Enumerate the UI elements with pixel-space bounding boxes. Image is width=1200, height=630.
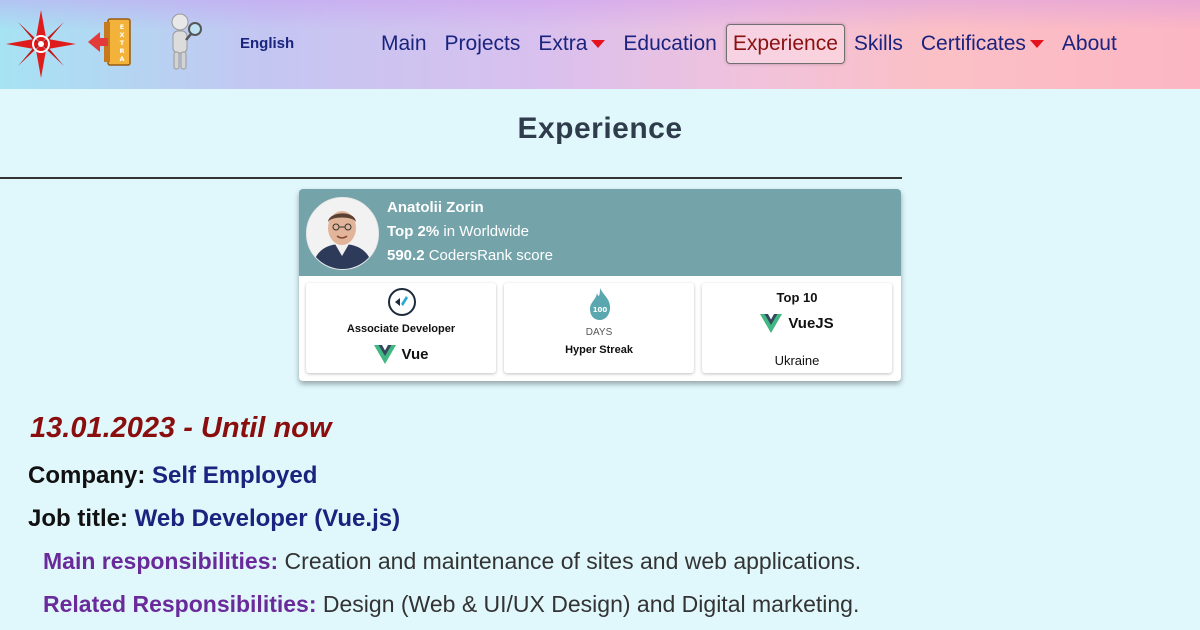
badge-title: Hyper Streak	[565, 344, 633, 356]
score-label: CodersRank score	[424, 247, 553, 264]
nav-item-experience[interactable]: Experience	[725, 24, 845, 64]
streak-number: 100	[593, 306, 608, 314]
main-responsibilities-label: Main responsibilities:	[43, 548, 279, 574]
rank-scope: in Worldwide	[439, 223, 529, 240]
badge-top-10: Top 10 VueJS Ukraine	[702, 283, 892, 373]
main-nav: Main Projects Extra Education Experience…	[372, 24, 1126, 64]
badge-tech-label: VueJS	[788, 315, 834, 332]
codersrank-widget[interactable]: Anatolii Zorin Top 2% in Worldwide 590.2…	[299, 189, 901, 381]
caret-down-icon	[591, 40, 606, 48]
language-switch[interactable]: English	[240, 35, 294, 52]
nav-item-about[interactable]: About	[1053, 24, 1126, 64]
extra-exit-icon[interactable]: E X T R A	[86, 16, 136, 68]
nav-item-education[interactable]: Education	[614, 24, 725, 64]
site-header: E X T R A English Main Projects Extra Ed…	[0, 0, 1200, 89]
nav-item-label: Experience	[732, 32, 838, 55]
nav-item-label: Main	[381, 32, 427, 55]
svg-text:T: T	[120, 39, 125, 47]
nav-item-label: Certificates	[920, 32, 1026, 55]
job-title-row: Job title: Web Developer (Vue.js)	[28, 505, 400, 533]
badge-tech: VueJS	[702, 314, 892, 333]
nav-item-label: Skills	[853, 32, 903, 55]
badge-tech-label: Vue	[401, 346, 429, 363]
compass-logo-icon[interactable]	[6, 10, 76, 78]
company-label: Company:	[28, 462, 146, 489]
search-person-icon[interactable]	[164, 12, 204, 72]
svg-text:E: E	[120, 23, 124, 31]
nav-item-extra[interactable]: Extra	[529, 24, 614, 64]
profile-name: Anatolii Zorin	[387, 199, 484, 216]
badge-title: Top 10	[776, 290, 818, 305]
nav-item-certificates[interactable]: Certificates	[912, 24, 1053, 64]
nav-item-label: Projects	[444, 32, 521, 55]
streak-flame-icon: 100	[590, 288, 611, 320]
nav-item-label: Education	[623, 32, 717, 55]
experience-date-range: 13.01.2023 - Until now	[30, 412, 332, 444]
svg-text:R: R	[119, 47, 124, 55]
badge-country: Ukraine	[774, 353, 820, 368]
related-responsibilities: Related Responsibilities: Design (Web & …	[43, 591, 859, 618]
badge-associate-developer: Associate Developer Vue	[306, 283, 496, 373]
svg-text:A: A	[119, 55, 124, 63]
company-value: Self Employed	[152, 462, 318, 489]
related-responsibilities-label: Related Responsibilities:	[43, 591, 317, 617]
badge-title: Associate Developer	[346, 323, 456, 335]
codersrank-badge-icon	[388, 288, 416, 316]
job-title-label: Job title:	[28, 505, 128, 532]
codersrank-header: Anatolii Zorin Top 2% in Worldwide 590.2…	[299, 189, 901, 276]
badge-hyper-streak: 100 DAYS Hyper Streak	[504, 283, 694, 373]
caret-down-icon	[1029, 40, 1044, 48]
nav-item-label: Extra	[538, 32, 588, 55]
nav-item-label: About	[1061, 32, 1117, 55]
nav-item-projects[interactable]: Projects	[436, 24, 530, 64]
vue-logo-icon	[760, 314, 783, 333]
job-title-value: Web Developer (Vue.js)	[134, 505, 401, 532]
streak-unit: DAYS	[585, 327, 613, 338]
page-title: Experience	[517, 112, 683, 145]
score-value: 590.2	[387, 247, 425, 264]
main-responsibilities-text: Creation and maintenance of sites and we…	[284, 548, 862, 574]
avatar-portrait-icon	[307, 198, 378, 269]
nav-item-main[interactable]: Main	[372, 24, 436, 64]
badge-tech: Vue	[306, 345, 496, 364]
profile-score: 590.2 CodersRank score	[387, 247, 553, 264]
nav-item-skills[interactable]: Skills	[845, 24, 912, 64]
profile-rank: Top 2% in Worldwide	[387, 223, 529, 240]
vue-logo-icon	[373, 345, 396, 364]
main-responsibilities: Main responsibilities: Creation and main…	[43, 548, 861, 575]
title-divider	[0, 177, 902, 179]
svg-text:X: X	[119, 31, 124, 39]
avatar	[306, 197, 379, 270]
related-responsibilities-text: Design (Web & UI/UX Design) and Digital …	[322, 591, 860, 617]
rank-value: Top 2%	[387, 223, 440, 240]
company-row: Company: Self Employed	[28, 462, 317, 490]
